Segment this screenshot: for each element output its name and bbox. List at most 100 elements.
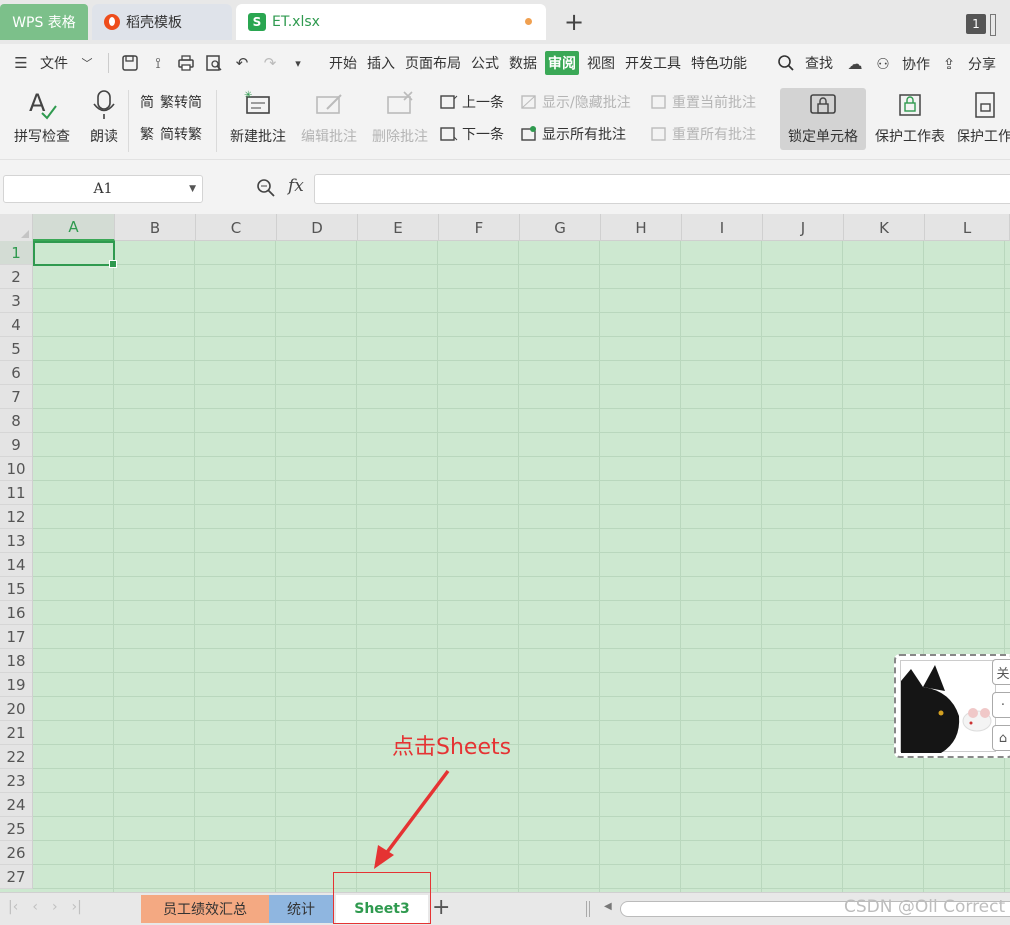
selected-cell-a1[interactable] [33,241,117,268]
select-all-corner[interactable] [0,214,33,241]
row-header-7[interactable]: 7 [0,385,32,409]
next-sheet-icon[interactable]: › [52,899,58,915]
row-header-20[interactable]: 20 [0,697,32,721]
cloud-sync-icon[interactable]: ☁ [844,53,866,75]
row-header-18[interactable]: 18 [0,649,32,673]
read-aloud-button[interactable]: 朗读 [84,88,124,146]
file-tab[interactable]: S ET.xlsx [236,4,546,40]
column-header-a[interactable]: A [33,214,115,241]
print-preview-icon[interactable] [203,52,225,74]
row-header-1[interactable]: 1 [0,241,32,265]
row-header-27[interactable]: 27 [0,865,32,889]
show-hide-comment-button[interactable]: 显示/隐藏批注 [520,92,631,112]
docer-template-tab[interactable]: 稻壳模板 [92,4,232,40]
trad-to-simp-button[interactable]: 简 繁转简 [138,92,202,112]
menu-tab-page-layout[interactable]: 页面布局 [403,53,463,73]
zoom-search-icon[interactable] [256,178,276,202]
row-header-25[interactable]: 25 [0,817,32,841]
pet-close-button[interactable]: 关 [992,659,1010,685]
row-header-24[interactable]: 24 [0,793,32,817]
column-header-l[interactable]: L [925,214,1010,241]
simp-to-trad-button[interactable]: 繁 简转繁 [138,124,202,144]
row-header-11[interactable]: 11 [0,481,32,505]
edit-comment-button[interactable]: 编辑批注 [297,88,361,146]
next-comment-button[interactable]: 下一条 [440,124,504,144]
row-header-16[interactable]: 16 [0,601,32,625]
formula-input[interactable] [314,174,1010,204]
row-header-13[interactable]: 13 [0,529,32,553]
row-header-3[interactable]: 3 [0,289,32,313]
new-tab-plus-icon[interactable]: + [564,8,584,36]
menu-tab-home[interactable]: 开始 [327,53,359,73]
protect-workbook-button[interactable]: 保护工作 [958,88,1010,146]
search-button[interactable]: 查找 [803,53,835,73]
row-header-12[interactable]: 12 [0,505,32,529]
format-painter-icon[interactable]: ⟟ [147,52,169,74]
chevron-down-icon[interactable]: ﹀ [76,52,98,74]
insert-function-icon[interactable]: fx [288,176,304,196]
row-header-17[interactable]: 17 [0,625,32,649]
scrollbar-split-handle[interactable] [586,901,590,917]
collaborate-button[interactable]: 协作 [900,54,932,74]
spell-check-button[interactable]: A 拼写检查 [6,88,78,146]
column-header-c[interactable]: C [196,214,277,241]
name-box-dropdown-icon[interactable]: ▼ [189,184,196,194]
protect-sheet-button[interactable]: 保护工作表 [870,88,950,146]
pet-shirt-icon[interactable]: ⌂ [992,725,1010,751]
row-header-6[interactable]: 6 [0,361,32,385]
menu-tab-special[interactable]: 特色功能 [689,53,749,73]
sheet-tab-employee-summary[interactable]: 员工绩效汇总 [141,895,269,923]
last-sheet-icon[interactable]: ›| [72,899,82,915]
add-sheet-icon[interactable]: + [432,895,450,920]
column-header-k[interactable]: K [844,214,925,241]
reset-current-comment-button[interactable]: 重置当前批注 [650,92,756,112]
menu-tab-data[interactable]: 数据 [507,53,539,73]
spreadsheet-grid[interactable]: A B C D E F G H I J K L 1 2 3 4 5 6 7 8 … [0,214,1010,892]
column-header-j[interactable]: J [763,214,844,241]
menu-tab-review[interactable]: 审阅 [545,51,579,75]
column-header-i[interactable]: I [682,214,763,241]
file-menu[interactable]: 文件 [38,53,70,73]
hamburger-menu-icon[interactable]: ☰ [10,52,32,74]
column-header-b[interactable]: B [115,214,196,241]
name-box[interactable]: A1 ▼ [3,175,203,203]
window-panel-icon[interactable] [990,14,996,36]
row-header-2[interactable]: 2 [0,265,32,289]
row-header-26[interactable]: 26 [0,841,32,865]
new-comment-button[interactable]: ✳ 新建批注 [226,88,290,146]
show-all-comments-button[interactable]: 显示所有批注 [520,124,626,144]
row-header-4[interactable]: 4 [0,313,32,337]
row-header-9[interactable]: 9 [0,433,32,457]
wps-sheets-tab[interactable]: WPS 表格 [0,4,88,40]
column-header-f[interactable]: F [439,214,520,241]
column-header-d[interactable]: D [277,214,358,241]
save-icon[interactable] [119,52,141,74]
row-header-14[interactable]: 14 [0,553,32,577]
scroll-left-icon[interactable]: ◀ [604,901,612,912]
collaborate-icon[interactable]: ⚇ [872,53,894,75]
share-icon[interactable]: ⇪ [938,53,960,75]
row-header-15[interactable]: 15 [0,577,32,601]
row-header-19[interactable]: 19 [0,673,32,697]
window-count-badge[interactable]: 1 [966,14,986,34]
sheet-tab-statistics[interactable]: 统计 [269,895,333,923]
print-icon[interactable] [175,52,197,74]
share-button[interactable]: 分享 [966,54,998,74]
menu-tab-insert[interactable]: 插入 [365,53,397,73]
redo-icon[interactable]: ↷ [259,52,281,74]
menu-tab-view[interactable]: 视图 [585,53,617,73]
desktop-pet-widget[interactable]: 关 · ⌂ [894,654,1010,758]
row-header-5[interactable]: 5 [0,337,32,361]
row-header-22[interactable]: 22 [0,745,32,769]
row-header-8[interactable]: 8 [0,409,32,433]
row-header-23[interactable]: 23 [0,769,32,793]
row-header-21[interactable]: 21 [0,721,32,745]
cell-area[interactable] [33,241,1010,892]
previous-sheet-icon[interactable]: ‹ [32,899,38,915]
column-header-e[interactable]: E [358,214,439,241]
delete-comment-button[interactable]: 删除批注 [368,88,432,146]
previous-comment-button[interactable]: 上一条 [440,92,504,112]
column-header-g[interactable]: G [520,214,601,241]
undo-icon[interactable]: ↶ [231,52,253,74]
column-header-h[interactable]: H [601,214,682,241]
